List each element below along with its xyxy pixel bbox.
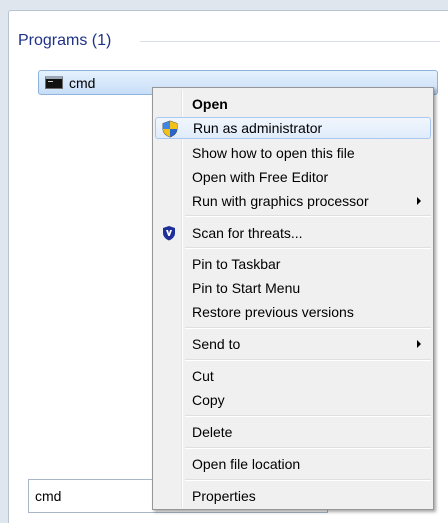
menu-item-delete[interactable]: Delete	[155, 421, 431, 443]
context-menu: Open Run as administrator Show how to op…	[152, 87, 434, 510]
menu-item-label: Scan for threats...	[192, 225, 303, 241]
menu-item-cut[interactable]: Cut	[155, 365, 431, 387]
menu-separator	[185, 327, 431, 329]
menu-item-label: Open with Free Editor	[192, 169, 329, 185]
menu-separator	[185, 447, 431, 449]
menu-item-pin-to-start-menu[interactable]: Pin to Start Menu	[155, 277, 431, 299]
menu-item-label: Open	[192, 96, 228, 112]
uac-shield-icon	[162, 120, 178, 138]
submenu-arrow-icon	[417, 197, 421, 205]
menu-item-scan-for-threats[interactable]: Scan for threats...	[155, 222, 431, 244]
menu-item-copy[interactable]: Copy	[155, 389, 431, 411]
menu-item-label: Run as administrator	[193, 120, 323, 136]
menu-item-label: Pin to Taskbar	[192, 256, 281, 272]
menu-item-label: Run with graphics processor	[192, 193, 369, 209]
programs-section-header: Programs (1)	[18, 31, 111, 51]
menu-separator	[185, 247, 431, 249]
menu-item-show-how-to-open[interactable]: Show how to open this file	[155, 142, 431, 164]
section-divider	[140, 41, 440, 42]
menu-item-label: Delete	[192, 424, 233, 440]
menu-item-restore-previous-versions[interactable]: Restore previous versions	[155, 301, 431, 323]
menu-item-label: Pin to Start Menu	[192, 280, 301, 296]
menu-item-run-with-graphics-processor[interactable]: Run with graphics processor	[155, 190, 431, 212]
search-input-value: cmd	[35, 488, 62, 504]
menu-item-open-with-free-editor[interactable]: Open with Free Editor	[155, 166, 431, 188]
menu-separator	[185, 215, 431, 217]
menu-item-label: Restore previous versions	[192, 304, 354, 320]
menu-item-open[interactable]: Open	[155, 93, 431, 115]
menu-item-run-as-administrator[interactable]: Run as administrator	[155, 117, 431, 139]
menu-separator	[185, 359, 431, 361]
programs-section-title: Programs (1)	[18, 32, 112, 49]
menu-item-pin-to-taskbar[interactable]: Pin to Taskbar	[155, 253, 431, 275]
submenu-arrow-icon	[417, 340, 421, 348]
program-result-label: cmd	[69, 74, 96, 91]
menu-item-label: Copy	[192, 392, 225, 408]
menu-item-properties[interactable]: Properties	[155, 485, 431, 507]
menu-item-label: Show how to open this file	[192, 145, 355, 161]
menu-item-label: Send to	[192, 336, 241, 352]
menu-item-send-to[interactable]: Send to	[155, 333, 431, 355]
menu-separator	[185, 479, 431, 481]
command-prompt-icon	[45, 76, 63, 89]
menu-item-label: Properties	[192, 488, 256, 504]
antivirus-shield-icon	[163, 226, 175, 241]
menu-separator	[185, 415, 431, 417]
menu-item-label: Open file location	[192, 456, 301, 472]
menu-item-open-file-location[interactable]: Open file location	[155, 453, 431, 475]
menu-item-label: Cut	[192, 368, 214, 384]
